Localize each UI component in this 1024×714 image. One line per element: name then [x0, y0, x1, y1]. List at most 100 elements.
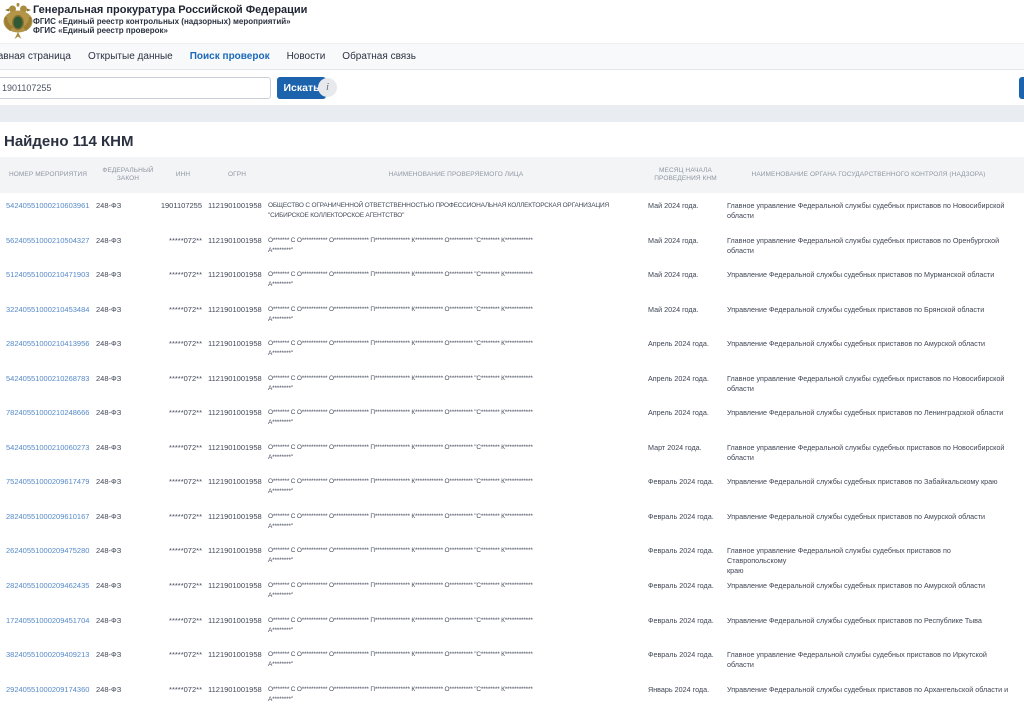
row-start-month: Март 2024 года. [644, 443, 727, 453]
row-entity-name: О******* С О*********** О***************… [268, 685, 644, 705]
row-control-organ: Управление Федеральной службы судебных п… [727, 408, 1010, 418]
row-start-month: Февраль 2024 года. [644, 650, 727, 660]
row-federal-law: 248-ФЗ [96, 546, 160, 556]
row-entity-name: О******* С О*********** О***************… [268, 616, 644, 636]
row-entity-name: О******* С О*********** О***************… [268, 270, 644, 290]
row-federal-law: 248-ФЗ [96, 685, 160, 695]
row-control-organ: Управление Федеральной службы судебных п… [727, 477, 1010, 487]
row-control-organ: Главное управление Федеральной службы су… [727, 236, 1010, 256]
row-entity-name: ОБЩЕСТВО С ОГРАНИЧЕННОЙ ОТВЕТСТВЕННОСТЬЮ… [268, 201, 644, 221]
row-inn: *****072** [160, 546, 206, 556]
row-entity-name: О******* С О*********** О***************… [268, 305, 644, 325]
row-federal-law: 248-ФЗ [96, 201, 160, 211]
nav-news[interactable]: Новости [287, 51, 326, 62]
row-federal-law: 248-ФЗ [96, 650, 160, 660]
row-ogrn: 1121901001958 [206, 201, 268, 211]
row-inn: *****072** [160, 443, 206, 453]
row-inn: *****072** [160, 512, 206, 522]
row-start-month: Январь 2024 года. [644, 685, 727, 695]
column-header: НАИМЕНОВАНИЕ ОРГАНА ГОСУДАРСТВЕННОГО КОН… [727, 171, 1010, 180]
nav-search-checks[interactable]: Поиск проверок [190, 51, 270, 62]
row-ogrn: 1121901001958 [206, 408, 268, 418]
table-header-row: НОМЕР МЕРОПРИЯТИЯФЕДЕРАЛЬНЫЙ ЗАКОНИННОГР… [0, 157, 1024, 193]
row-control-organ: Управление Федеральной службы судебных п… [727, 270, 1010, 280]
event-number-link[interactable]: 54240551000210268783 [6, 374, 89, 383]
row-entity-name: О******* С О*********** О***************… [268, 443, 644, 463]
event-number-link[interactable]: 29240551000209174360 [6, 685, 89, 694]
row-inn: *****072** [160, 374, 206, 384]
event-number-link[interactable]: 78240551000210248666 [6, 408, 89, 417]
event-number-link[interactable]: 54240551000210060273 [6, 443, 89, 452]
event-number-link[interactable]: 75240551000209617479 [6, 477, 89, 486]
event-number-link[interactable]: 38240551000209409213 [6, 650, 89, 659]
event-number-link[interactable]: 28240551000210413956 [6, 339, 89, 348]
row-entity-name: О******* С О*********** О***************… [268, 374, 644, 394]
row-federal-law: 248-ФЗ [96, 581, 160, 591]
table-row: 28240551000209610167 248-ФЗ *****072** 1… [0, 507, 1024, 542]
row-ogrn: 1121901001958 [206, 546, 268, 556]
row-inn: *****072** [160, 581, 206, 591]
row-control-organ: Главное управление Федеральной службы су… [727, 443, 1010, 463]
row-control-organ: Управление Федеральной службы судебных п… [727, 512, 1010, 522]
row-federal-law: 248-ФЗ [96, 305, 160, 315]
table-row: 29240551000209174360 248-ФЗ *****072** 1… [0, 680, 1024, 714]
event-number-link[interactable]: 32240551000210453484 [6, 305, 89, 314]
row-federal-law: 248-ФЗ [96, 616, 160, 626]
row-start-month: Май 2024 года. [644, 305, 727, 315]
row-control-organ: Управление Федеральной службы судебных п… [727, 685, 1010, 695]
row-inn: *****072** [160, 477, 206, 487]
event-number-link[interactable]: 17240551000209451704 [6, 616, 89, 625]
search-input[interactable] [0, 77, 271, 99]
table-row: 38240551000209409213 248-ФЗ *****072** 1… [0, 645, 1024, 680]
table-row: 54240551000210268783 248-ФЗ *****072** 1… [0, 369, 1024, 404]
row-start-month: Февраль 2024 года. [644, 546, 727, 556]
table-row: 28240551000210413956 248-ФЗ *****072** 1… [0, 334, 1024, 369]
row-ogrn: 1121901001958 [206, 339, 268, 349]
row-inn: *****072** [160, 685, 206, 695]
row-entity-name: О******* С О*********** О***************… [268, 512, 644, 532]
main-nav: Главная страница Открытые данные Поиск про… [0, 43, 1024, 70]
row-start-month: Февраль 2024 года. [644, 581, 727, 591]
row-ogrn: 1121901001958 [206, 616, 268, 626]
row-inn: *****072** [160, 616, 206, 626]
table-row: 26240551000209475280 248-ФЗ *****072** 1… [0, 541, 1024, 576]
row-ogrn: 1121901001958 [206, 270, 268, 280]
info-icon[interactable]: i [318, 78, 337, 97]
row-start-month: Февраль 2024 года. [644, 616, 727, 626]
row-ogrn: 1121901001958 [206, 650, 268, 660]
row-entity-name: О******* С О*********** О***************… [268, 581, 644, 601]
nav-open-data[interactable]: Открытые данные [88, 51, 173, 62]
column-header: ИНН [160, 171, 206, 180]
nav-home[interactable]: Главная страница [0, 51, 71, 62]
right-edge-button[interactable] [1019, 77, 1024, 99]
event-number-link[interactable]: 28240551000209610167 [6, 512, 89, 521]
row-federal-law: 248-ФЗ [96, 443, 160, 453]
event-number-link[interactable]: 26240551000209475280 [6, 546, 89, 555]
results-table: НОМЕР МЕРОПРИЯТИЯФЕДЕРАЛЬНЫЙ ЗАКОНИННОГР… [0, 157, 1024, 714]
row-start-month: Май 2024 года. [644, 201, 727, 211]
nav-feedback[interactable]: Обратная связь [342, 51, 416, 62]
row-ogrn: 1121901001958 [206, 581, 268, 591]
event-number-link[interactable]: 56240551000210504327 [6, 236, 89, 245]
row-start-month: Февраль 2024 года. [644, 512, 727, 522]
event-number-link[interactable]: 28240551000209462435 [6, 581, 89, 590]
system-title-2: ФГИС «Единый реестр проверок» [33, 26, 307, 35]
row-control-organ: Главное управление Федеральной службы су… [727, 546, 1010, 576]
column-header: ОГРН [206, 171, 268, 180]
row-federal-law: 248-ФЗ [96, 236, 160, 246]
row-inn: 1901107255 [160, 201, 206, 211]
table-row: 28240551000209462435 248-ФЗ *****072** 1… [0, 576, 1024, 611]
row-entity-name: О******* С О*********** О***************… [268, 236, 644, 256]
row-federal-law: 248-ФЗ [96, 512, 160, 522]
row-inn: *****072** [160, 650, 206, 660]
results-count-title: Найдено 114 КНМ [4, 133, 1024, 150]
row-inn: *****072** [160, 305, 206, 315]
row-federal-law: 248-ФЗ [96, 270, 160, 280]
table-row: 51240551000210471903 248-ФЗ *****072** 1… [0, 265, 1024, 300]
row-inn: *****072** [160, 236, 206, 246]
row-ogrn: 1121901001958 [206, 374, 268, 384]
event-number-link[interactable]: 54240551000210603961 [6, 201, 89, 210]
row-start-month: Апрель 2024 года. [644, 408, 727, 418]
event-number-link[interactable]: 51240551000210471903 [6, 270, 89, 279]
org-title: Генеральная прокуратура Российской Федер… [33, 4, 307, 17]
